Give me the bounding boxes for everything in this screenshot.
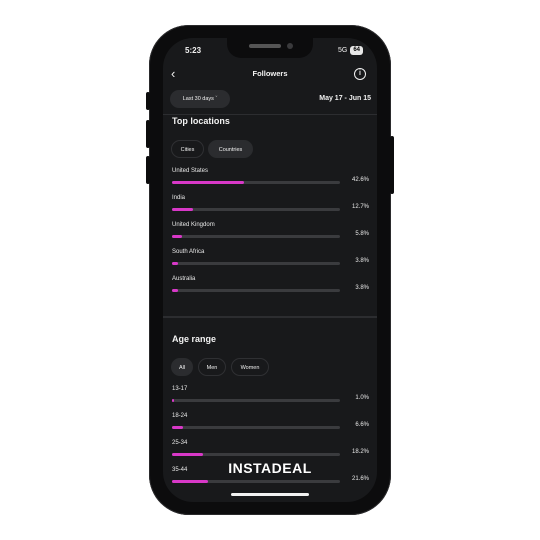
location-row: United Kingdom 5.8% [172, 222, 371, 244]
location-bar-fill [172, 181, 244, 184]
location-value: 12.7% [351, 204, 369, 210]
page-title: Followers [252, 69, 288, 78]
battery-icon: 64 [350, 46, 363, 55]
info-icon[interactable]: i [354, 68, 366, 80]
phone-power-button [390, 136, 394, 194]
age-label: 25-34 [172, 440, 188, 446]
location-bar-track [172, 262, 340, 265]
status-indicators: 5G 64 [338, 46, 363, 55]
date-range: May 17 - Jun 15 [319, 95, 371, 102]
phone-volume-up-button [146, 120, 150, 148]
tab-cities[interactable]: Cities [171, 140, 204, 158]
location-label: United Kingdom [172, 222, 215, 228]
age-bar-track [172, 453, 340, 456]
period-dropdown[interactable]: Last 30 days ˇ [170, 90, 230, 108]
phone-mute-switch [146, 92, 150, 110]
location-label: Australia [172, 276, 196, 282]
location-row: South Africa 3.8% [172, 249, 371, 271]
section-divider [163, 316, 377, 318]
status-time: 5:23 [185, 46, 202, 55]
page-header: ‹ Followers i [163, 66, 377, 82]
location-bar-fill [172, 262, 179, 265]
filter-row: Last 30 days ˇ May 17 - Jun 15 [163, 90, 377, 110]
age-row: 18-24 6.6% [172, 413, 371, 435]
age-bar-fill [172, 480, 209, 483]
location-row: Australia 3.8% [172, 276, 371, 298]
tab-all-label: All [178, 365, 186, 371]
age-label: 13-17 [172, 386, 188, 392]
app-screen: 5:23 5G 64 ‹ Followers i Last 30 days ˇ … [163, 38, 377, 502]
divider [163, 114, 377, 115]
age-value: 18.2% [351, 449, 369, 455]
location-value: 3.8% [355, 285, 369, 291]
tab-men-label: Men [206, 365, 218, 371]
age-row: 13-17 1.0% [172, 386, 371, 408]
location-bar-track [172, 208, 340, 211]
location-value: 5.8% [355, 231, 369, 237]
location-value: 3.8% [355, 258, 369, 264]
tab-countries[interactable]: Countries [208, 140, 253, 158]
location-bar-fill [172, 289, 179, 292]
watermark: INSTADEAL [228, 460, 312, 476]
age-row: 25-34 18.2% [172, 440, 371, 462]
location-bar-track [172, 181, 340, 184]
location-row: United States 42.6% [172, 168, 371, 190]
tab-men[interactable]: Men [198, 358, 226, 376]
speaker-grille [249, 44, 281, 48]
network-label: 5G [337, 47, 348, 54]
tab-all[interactable]: All [171, 358, 193, 376]
tab-cities-label: Cities [180, 147, 195, 153]
age-bar-track [172, 426, 340, 429]
age-value: 6.6% [355, 422, 369, 428]
location-bar-track [172, 235, 340, 238]
chevron-down-icon: ˇ [215, 96, 218, 102]
age-value: 1.0% [355, 395, 369, 401]
location-bar-fill [172, 208, 194, 211]
age-label: 18-24 [172, 413, 188, 419]
age-value: 21.6% [351, 476, 369, 482]
location-row: India 12.7% [172, 195, 371, 217]
location-bar-track [172, 289, 340, 292]
tab-women-label: Women [240, 365, 260, 371]
locations-title: Top locations [172, 116, 230, 126]
age-title: Age range [172, 334, 217, 344]
home-indicator[interactable] [231, 493, 309, 496]
age-bar-track [172, 480, 340, 483]
age-bar-fill [172, 426, 184, 429]
front-camera [287, 43, 293, 49]
age-bar-fill [172, 399, 175, 402]
location-label: United States [172, 168, 209, 174]
age-bar-track [172, 399, 340, 402]
period-label: Last 30 days [182, 96, 214, 102]
location-label: India [172, 195, 186, 201]
location-value: 42.6% [351, 177, 369, 183]
tab-women[interactable]: Women [231, 358, 269, 376]
tab-countries-label: Countries [218, 147, 243, 153]
notch [227, 38, 313, 58]
phone-volume-down-button [146, 156, 150, 184]
location-bar-fill [172, 235, 182, 238]
location-label: South Africa [172, 249, 205, 255]
age-bar-fill [172, 453, 203, 456]
